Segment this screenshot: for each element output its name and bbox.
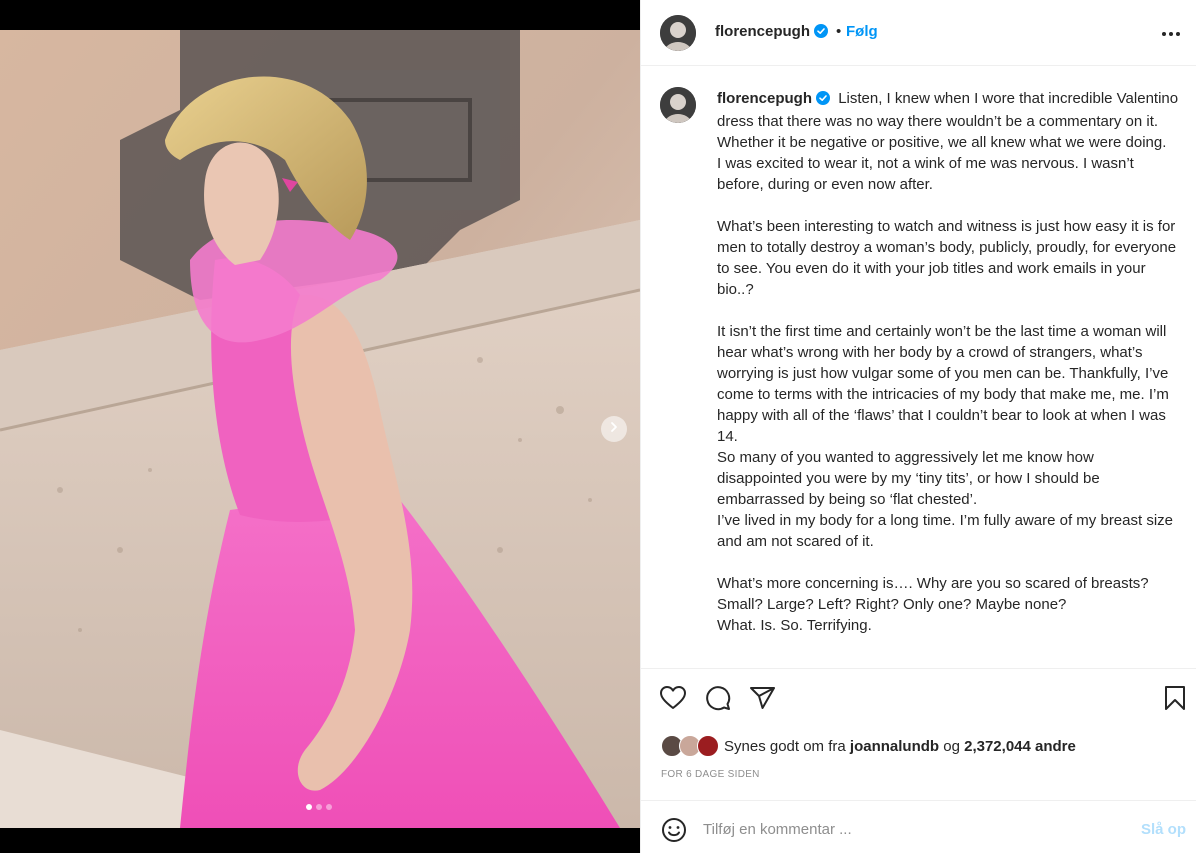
liker-avatars — [661, 735, 719, 757]
caption-paragraph: I’ve lived in my body for a long time. I… — [717, 512, 1174, 550]
likes-count-link[interactable]: 2,372,044 andre — [964, 738, 1076, 755]
comment-icon — [705, 685, 731, 716]
caption-paragraph: What’s been interesting to watch and wit… — [717, 218, 1177, 298]
likes-summary[interactable]: Synes godt om fra joannalundb og 2,372,0… — [661, 735, 1076, 757]
separator-dot: • — [836, 23, 842, 40]
caption-paragraph: I was excited to wear it, not a wink of … — [717, 155, 1134, 193]
post-media — [0, 0, 640, 853]
more-options-button[interactable] — [1159, 22, 1183, 44]
carousel-next-button[interactable] — [601, 416, 627, 442]
post-panel: florencepugh • Følg florencepugh Listen,… — [640, 0, 1196, 853]
post-caption: florencepugh Listen, I knew when I wore … — [717, 88, 1183, 636]
like-button[interactable] — [659, 685, 687, 715]
verified-badge-icon — [814, 24, 829, 42]
add-comment-bar: Slå op — [641, 800, 1196, 853]
post-header: florencepugh • Følg — [641, 0, 1196, 66]
post-actions — [641, 685, 1196, 716]
post-timestamp[interactable]: For 6 dage siden — [661, 769, 760, 780]
comments-section[interactable]: florencepugh Listen, I knew when I wore … — [641, 67, 1196, 669]
carousel-dot — [306, 804, 312, 810]
likes-prefix: Synes godt om fra — [724, 737, 846, 755]
bookmark-icon — [1164, 685, 1186, 716]
send-icon — [750, 686, 776, 715]
caption-paragraph: It isn’t the first time and certainly wo… — [717, 323, 1169, 445]
post-comment-button[interactable]: Slå op — [1141, 821, 1186, 838]
likes-connector: og — [943, 737, 960, 755]
avatar — [697, 735, 719, 757]
heart-icon — [660, 685, 686, 715]
save-button[interactable] — [1161, 685, 1189, 716]
verified-badge-icon — [816, 90, 831, 111]
carousel-indicator — [306, 804, 332, 810]
emoji-button[interactable] — [661, 817, 687, 843]
caption-paragraph: florencepugh Listen, I knew when I wore … — [717, 90, 1179, 151]
comment-button[interactable] — [704, 685, 732, 716]
avatar[interactable] — [660, 87, 696, 123]
follow-button[interactable]: Følg — [846, 23, 878, 40]
avatar[interactable] — [660, 15, 696, 51]
caption-username-link[interactable]: florencepugh — [717, 90, 831, 107]
caption-paragraph: What’s more concerning is…. Why are you … — [717, 575, 1149, 613]
more-horizontal-icon — [1161, 24, 1181, 42]
smiley-icon — [661, 818, 687, 847]
username-link[interactable]: florencepugh — [715, 23, 829, 42]
liker-username-link[interactable]: joannalundb — [850, 738, 939, 755]
share-button[interactable] — [749, 686, 777, 714]
post-photo[interactable] — [0, 30, 640, 828]
caption-paragraph: What. Is. So. Terrifying. — [717, 617, 872, 634]
comment-input[interactable] — [703, 817, 1103, 841]
carousel-dot — [326, 804, 332, 810]
carousel-dot — [316, 804, 322, 810]
chevron-right-icon — [608, 420, 620, 438]
caption-paragraph: So many of you wanted to aggressively le… — [717, 449, 1100, 508]
